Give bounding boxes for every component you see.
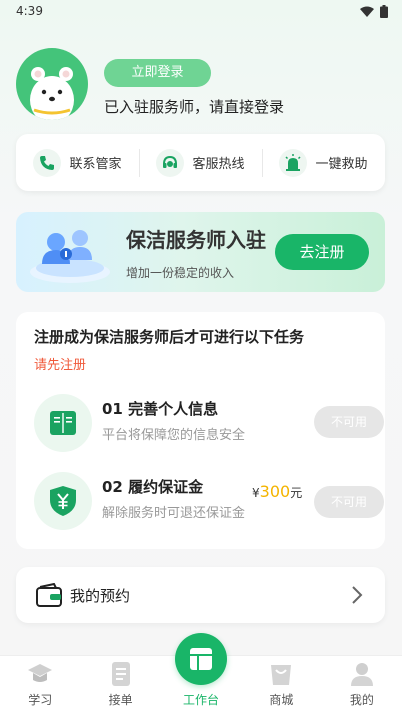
wallet-icon — [36, 583, 62, 607]
document-icon — [111, 662, 130, 686]
unavailable-button[interactable]: 不可用 — [314, 406, 384, 438]
tab-me[interactable]: 我的 — [322, 656, 402, 714]
tab-label: 接单 — [108, 693, 133, 707]
tab-label: 我的 — [349, 693, 374, 707]
banner-title: 保洁服务师入驻 — [126, 228, 266, 252]
login-button[interactable]: 立即登录 — [104, 59, 211, 87]
headset-icon — [156, 148, 185, 177]
graduation-cap-icon — [28, 664, 53, 682]
dashboard-icon — [175, 633, 228, 685]
tab-workbench[interactable]: 工作台 — [161, 633, 241, 714]
tab-orders[interactable]: 接单 — [80, 656, 160, 714]
wifi-icon — [360, 6, 374, 17]
book-icon — [34, 394, 92, 452]
status-bar: 4:39 — [0, 0, 402, 26]
tasks-card: 注册成为保洁服务师后才可进行以下任务 请先注册 01 完善个人信息 平台将保障您… — [16, 312, 385, 549]
deposit-price: ¥300元 — [252, 482, 302, 501]
my-booking-row[interactable]: 我的预约 — [16, 567, 385, 623]
quick-action-label: 联系管家 — [69, 157, 122, 172]
shield-yen-icon — [34, 472, 92, 530]
price-unit: 元 — [290, 486, 303, 500]
quick-actions-card: 联系管家 客服热线 一键救助 — [16, 134, 385, 191]
task-title: 01 完善个人信息 — [102, 400, 219, 418]
chevron-right-icon — [352, 586, 363, 604]
task-title: 02 履约保证金 — [102, 478, 204, 496]
task-row-personal-info: 01 完善个人信息 平台将保障您的信息安全 不可用 — [34, 394, 384, 454]
phone-icon — [33, 148, 62, 177]
task-description: 平台将保障您的信息安全 — [102, 428, 246, 443]
price-symbol: ¥ — [252, 486, 260, 500]
register-button[interactable]: 去注册 — [275, 234, 369, 270]
bear-mascot-icon — [30, 67, 74, 120]
task-row-deposit: 02 履约保证金 ¥300元 解除服务时可退还保证金 不可用 — [34, 472, 384, 532]
tab-label: 学习 — [28, 693, 53, 707]
cleaner-signup-banner[interactable]: 保洁服务师入驻 增加一份稳定的收入 去注册 — [16, 212, 385, 292]
price-amount: 300 — [259, 482, 291, 501]
quick-action-label: 客服热线 — [192, 157, 245, 172]
tab-shop[interactable]: 商城 — [241, 656, 321, 714]
quick-action-service-hotline[interactable]: 客服热线 — [139, 134, 262, 191]
tab-label: 商城 — [269, 693, 294, 707]
tab-label: 工作台 — [183, 693, 220, 707]
banner-subtitle: 增加一份稳定的收入 — [126, 266, 235, 280]
unavailable-button[interactable]: 不可用 — [314, 486, 384, 518]
battery-icon — [380, 5, 388, 18]
register-first-link[interactable]: 请先注册 — [34, 354, 86, 373]
booking-label: 我的预约 — [70, 587, 131, 605]
people-podium-icon — [30, 230, 110, 283]
task-description: 解除服务时可退还保证金 — [102, 506, 246, 521]
tasks-heading: 注册成为保洁服务师后才可进行以下任务 — [34, 328, 305, 346]
avatar[interactable] — [16, 48, 88, 120]
bottom-tab-bar: 学习 接单 工作台 商城 我的 — [0, 633, 402, 714]
quick-action-label: 一键救助 — [315, 157, 368, 172]
login-hint: 已入驻服务师，请直接登录 — [104, 98, 285, 116]
person-icon — [350, 663, 373, 686]
status-time: 4:39 — [16, 4, 43, 18]
shopping-bag-icon — [271, 665, 292, 685]
tab-study[interactable]: 学习 — [0, 656, 80, 714]
quick-action-contact-manager[interactable]: 联系管家 — [16, 134, 139, 191]
alarm-icon — [279, 148, 308, 177]
status-icons — [360, 5, 388, 18]
quick-action-emergency[interactable]: 一键救助 — [262, 134, 385, 191]
